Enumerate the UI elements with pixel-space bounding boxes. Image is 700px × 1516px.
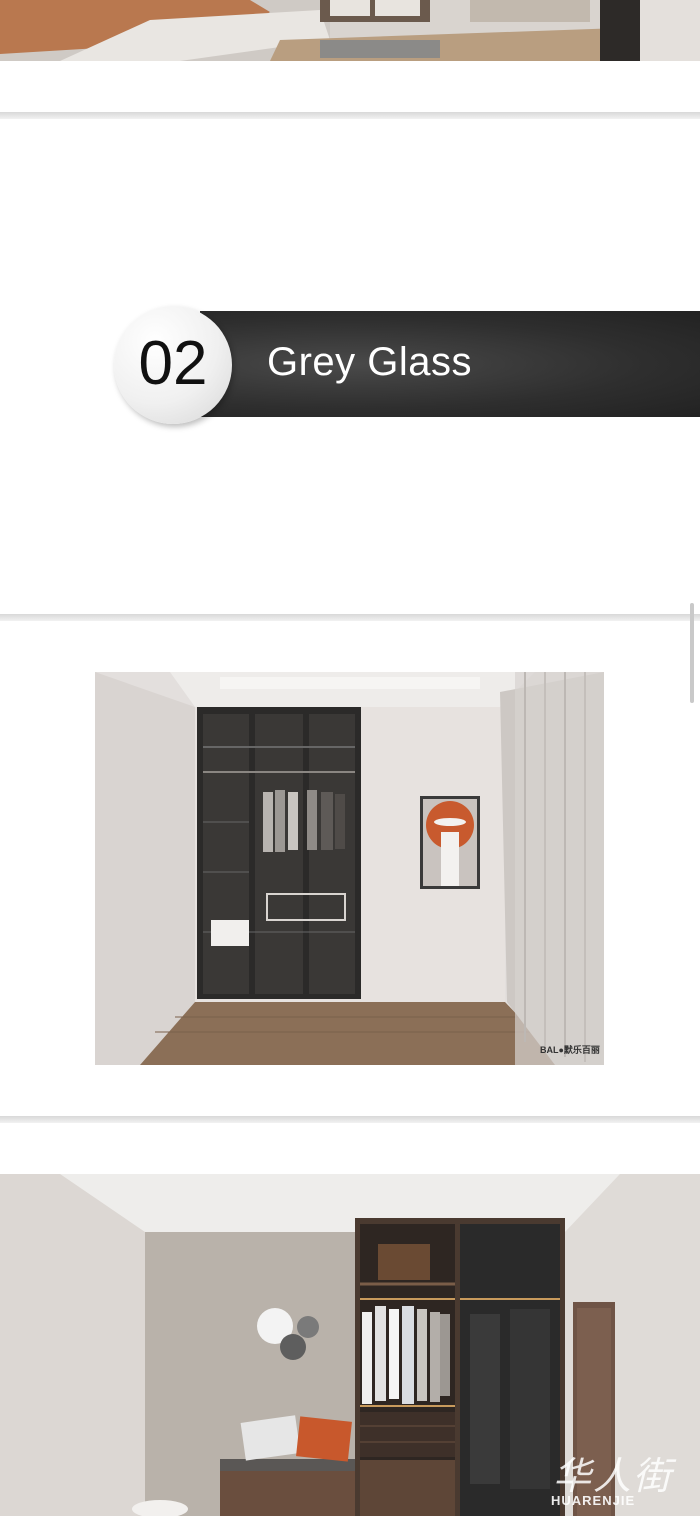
- section-number: 02: [138, 329, 208, 398]
- brand-logo: BAL●默乐百丽: [540, 1045, 600, 1055]
- watermark-chinese: 华人街: [553, 1454, 674, 1498]
- bedroom-render-image: [0, 0, 700, 61]
- section-divider: [0, 1116, 700, 1123]
- section-divider: [0, 614, 700, 621]
- section-title: Grey Glass: [267, 340, 473, 384]
- scrollbar-thumb[interactable]: [690, 603, 694, 703]
- watermark-english: HUARENJIE: [551, 1493, 636, 1508]
- section-divider: [0, 112, 700, 119]
- grey-glass-wardrobe-image: [95, 672, 604, 1065]
